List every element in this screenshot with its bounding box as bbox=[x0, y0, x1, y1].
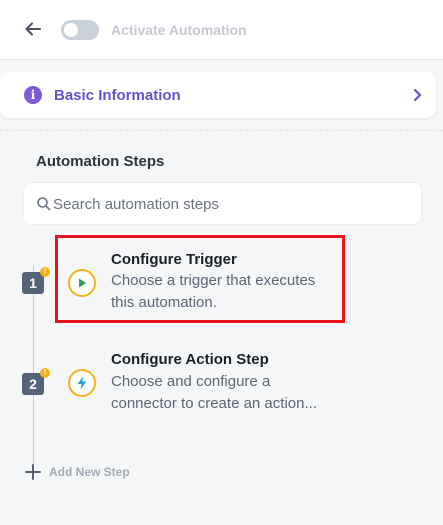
plus-icon bbox=[25, 464, 41, 480]
automation-steps-title: Automation Steps bbox=[36, 153, 165, 170]
top-bar: Activate Automation bbox=[0, 0, 443, 60]
arrow-left-icon bbox=[25, 22, 41, 36]
search-steps-input[interactable] bbox=[53, 192, 413, 216]
step-configure-trigger[interactable]: Configure Trigger Choose a trigger that … bbox=[55, 235, 345, 323]
play-icon bbox=[79, 278, 86, 288]
step-configure-action[interactable]: Configure Action Step Choose and configu… bbox=[55, 340, 345, 428]
search-box bbox=[23, 182, 422, 225]
step-title: Configure Trigger bbox=[111, 251, 237, 268]
section-divider bbox=[0, 130, 443, 131]
bolt-icon bbox=[77, 376, 87, 390]
step-description: Choose a trigger that executes this auto… bbox=[111, 272, 316, 311]
warning-icon: ! bbox=[40, 368, 50, 378]
basic-information-label: Basic Information bbox=[54, 87, 181, 104]
add-new-step-label: Add New Step bbox=[49, 465, 130, 479]
back-button[interactable] bbox=[22, 18, 44, 40]
basic-information-panel[interactable]: i Basic Information bbox=[0, 72, 436, 118]
search-icon bbox=[37, 197, 51, 211]
steps-rail bbox=[33, 265, 34, 465]
add-new-step-button[interactable]: Add New Step bbox=[24, 462, 130, 482]
toggle-knob bbox=[64, 23, 78, 37]
warning-icon: ! bbox=[40, 267, 50, 277]
step-icon-circle bbox=[68, 369, 96, 397]
step-title: Configure Action Step bbox=[111, 351, 269, 368]
chevron-right-icon bbox=[413, 88, 422, 102]
step-icon-circle bbox=[68, 269, 96, 297]
activate-automation-toggle[interactable] bbox=[61, 20, 99, 40]
step-description: Choose and configure a connector to crea… bbox=[111, 373, 317, 412]
info-icon: i bbox=[24, 86, 42, 104]
activate-automation-label: Activate Automation bbox=[111, 22, 247, 38]
